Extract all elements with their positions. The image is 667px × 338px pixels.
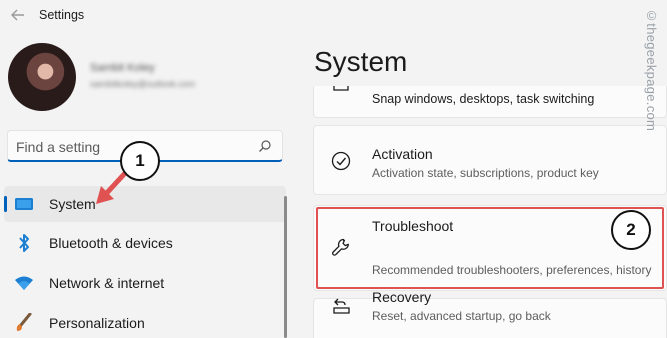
wifi-icon (14, 273, 34, 293)
sidebar-item-label: Personalization (49, 315, 145, 331)
card-description: Snap windows, desktops, task switching (372, 92, 595, 106)
sidebar-item-personalization[interactable]: Personalization (4, 305, 286, 338)
wrench-icon (330, 236, 352, 258)
settings-card-multitasking[interactable]: Snap windows, desktops, task switching (313, 86, 667, 118)
profile-email: sambitkoley@outlook.com (90, 79, 196, 89)
card-title: Recovery (372, 289, 432, 305)
app-title: Settings (39, 8, 85, 22)
sidebar-item-system[interactable]: System (4, 186, 286, 222)
watermark: ©thegeekpage.com (644, 8, 659, 132)
profile-name: Sambit Koley (90, 62, 155, 74)
card-title: Troubleshoot (372, 218, 454, 234)
sidebar-item-label: Bluetooth & devices (49, 235, 173, 251)
system-icon (14, 194, 34, 214)
recovery-icon (330, 294, 352, 316)
page-title: System (314, 46, 408, 77)
sidebar-item-bluetooth[interactable]: Bluetooth & devices (4, 225, 286, 261)
card-title: Activation (372, 146, 433, 162)
sidebar-item-network[interactable]: Network & internet (4, 265, 286, 301)
sidebar-item-label: System (49, 196, 96, 212)
sidebar-item-label: Network & internet (49, 275, 165, 291)
title-bar: Settings (0, 0, 667, 32)
back-arrow-icon (11, 9, 24, 21)
annotation-number: 1 (135, 151, 145, 170)
card-description: Recommended troubleshooters, preferences… (372, 263, 652, 277)
card-description: Activation state, subscriptions, product… (372, 166, 599, 180)
avatar[interactable] (8, 43, 76, 111)
sidebar-scrollbar[interactable] (284, 196, 287, 338)
activation-check-icon (330, 150, 352, 172)
annotation-badge-1: 1 (120, 141, 160, 181)
bluetooth-icon (14, 233, 34, 253)
card-description: Reset, advanced startup, go back (372, 309, 551, 323)
settings-card-recovery[interactable]: Recovery Reset, advanced startup, go bac… (313, 289, 667, 338)
selection-indicator (4, 196, 7, 212)
search-icon[interactable] (258, 139, 272, 153)
multitasking-icon (330, 86, 352, 96)
back-button[interactable] (6, 4, 30, 26)
settings-card-activation[interactable]: Activation Activation state, subscriptio… (313, 125, 667, 195)
brush-icon (14, 313, 34, 333)
